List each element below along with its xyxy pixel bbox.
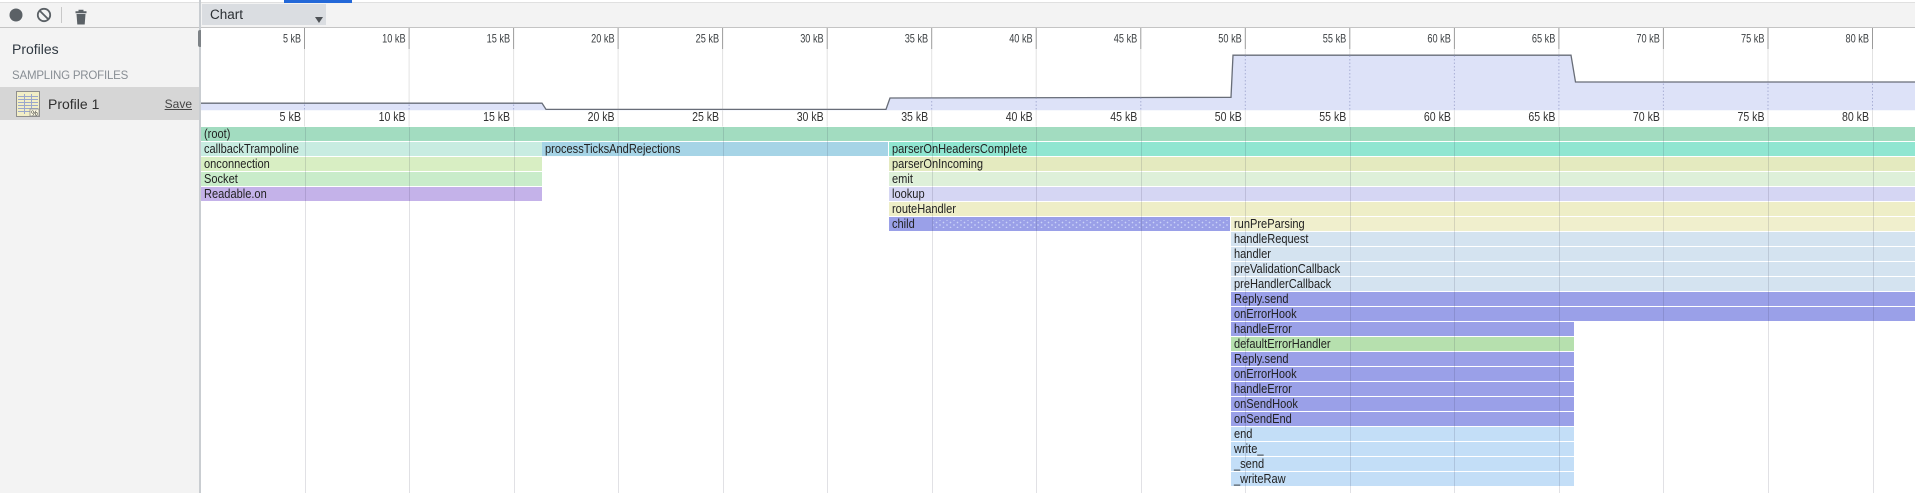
svg-text:45 kB: 45 kB (1110, 109, 1137, 124)
svg-text:40 kB: 40 kB (1009, 31, 1032, 45)
svg-text:70 kB: 70 kB (1636, 31, 1660, 45)
svg-text:75 kB: 75 kB (1741, 31, 1765, 45)
svg-text:60 kB: 60 kB (1427, 31, 1451, 45)
svg-text:55 kB: 55 kB (1319, 109, 1346, 124)
svg-text:35 kB: 35 kB (905, 31, 929, 45)
svg-text:70 kB: 70 kB (1633, 109, 1660, 124)
svg-text:25 kB: 25 kB (696, 31, 720, 45)
svg-text:10 kB: 10 kB (379, 109, 406, 124)
svg-text:5 kB: 5 kB (283, 31, 301, 45)
svg-text:10 kB: 10 kB (382, 31, 406, 45)
svg-text:15 kB: 15 kB (487, 31, 511, 45)
svg-text:50 kB: 50 kB (1215, 109, 1242, 124)
svg-text:15 kB: 15 kB (483, 109, 510, 124)
svg-text:20 kB: 20 kB (591, 31, 615, 45)
svg-text:45 kB: 45 kB (1114, 31, 1138, 45)
svg-text:55 kB: 55 kB (1323, 31, 1347, 45)
svg-text:20 kB: 20 kB (588, 109, 615, 124)
svg-text:30 kB: 30 kB (797, 109, 824, 124)
svg-text:30 kB: 30 kB (800, 31, 824, 45)
svg-text:25 kB: 25 kB (692, 109, 719, 124)
svg-text:80 kB: 80 kB (1842, 109, 1869, 124)
svg-text:50 kB: 50 kB (1218, 31, 1242, 45)
svg-text:65 kB: 65 kB (1528, 109, 1555, 124)
svg-text:80 kB: 80 kB (1846, 31, 1870, 45)
svg-text:35 kB: 35 kB (901, 109, 928, 124)
svg-text:65 kB: 65 kB (1532, 31, 1556, 45)
svg-text:5 kB: 5 kB (280, 109, 302, 124)
svg-text:75 kB: 75 kB (1738, 109, 1765, 124)
svg-text:%: % (31, 108, 38, 117)
svg-text:40 kB: 40 kB (1006, 109, 1033, 124)
svg-text:60 kB: 60 kB (1424, 109, 1451, 124)
